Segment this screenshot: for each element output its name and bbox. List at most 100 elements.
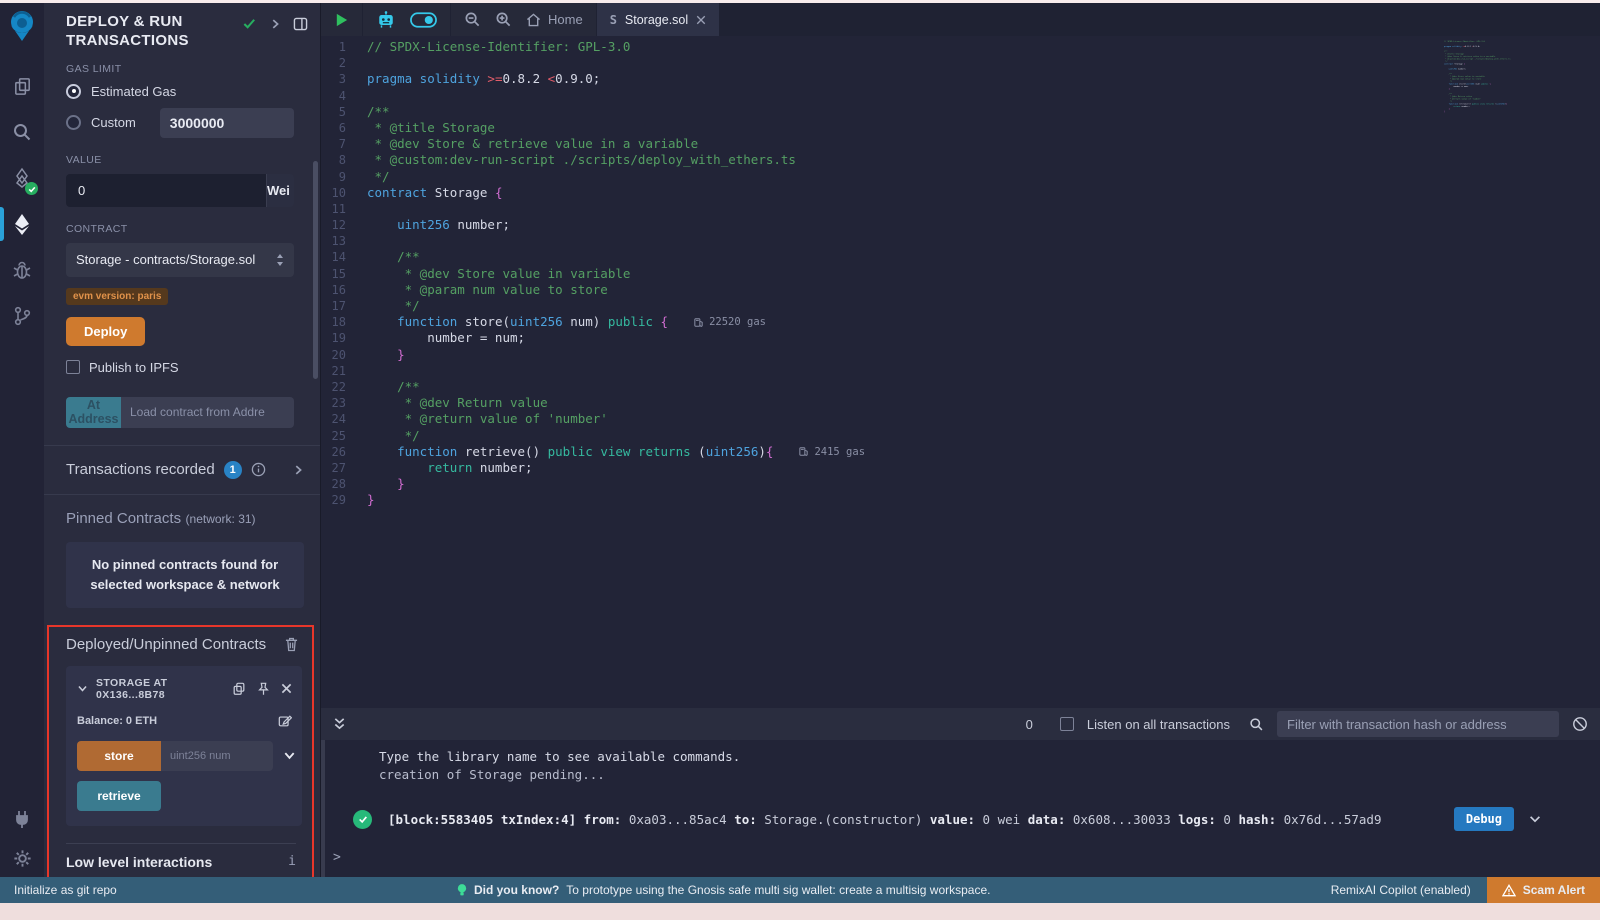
edit-pencil-icon[interactable] — [278, 714, 292, 728]
line-number: 26 — [321, 444, 367, 460]
code-line: 6 * @title Storage — [321, 120, 1600, 136]
value-unit-select[interactable]: Wei — [266, 174, 294, 207]
home-tab[interactable]: Home — [526, 12, 583, 27]
store-function-button[interactable]: store — [77, 741, 161, 771]
run-script-play-icon[interactable] — [334, 12, 349, 28]
contract-select[interactable]: Storage - contracts/Storage.sol — [66, 243, 294, 277]
info-icon[interactable]: i — [288, 854, 296, 869]
trash-icon[interactable] — [285, 637, 298, 652]
value-input[interactable] — [66, 174, 266, 207]
deployed-unpinned-label: Deployed/Unpinned Contracts — [66, 636, 266, 653]
slash-circle-icon[interactable] — [1572, 716, 1588, 732]
retrieve-function-button[interactable]: retrieve — [77, 781, 161, 811]
remix-logo[interactable] — [6, 9, 38, 43]
tip-text: To prototype using the Gnosis safe multi… — [566, 883, 990, 897]
balance-label: Balance: 0 ETH — [77, 715, 157, 727]
scam-alert-button[interactable]: Scam Alert — [1487, 877, 1600, 903]
minimap-content: // SPDX-License-Identifier: GPL-3.0pragm… — [1444, 40, 1522, 113]
terminal-pending-line: creation of Storage pending... — [379, 767, 1600, 782]
code-editor[interactable]: 1// SPDX-License-Identifier: GPL-3.023pr… — [321, 36, 1600, 708]
line-number: 6 — [321, 120, 367, 136]
estimated-gas-radio[interactable] — [66, 84, 81, 99]
code-line: 27 return number; — [321, 460, 1600, 476]
code-line: 11 — [321, 201, 1600, 217]
transactions-count-badge: 1 — [224, 461, 242, 479]
panel-scrollbar[interactable] — [313, 161, 318, 379]
copilot-toggle[interactable] — [410, 12, 437, 28]
zoom-in-icon[interactable] — [495, 11, 512, 28]
transaction-log-text: [block:5583405 txIndex:4] from: 0xa03...… — [388, 812, 1454, 827]
line-number: 16 — [321, 282, 367, 298]
line-number: 13 — [321, 233, 367, 249]
panel-layout-icon[interactable] — [293, 17, 308, 31]
debug-button[interactable]: Debug — [1454, 807, 1514, 831]
at-address-input[interactable] — [121, 397, 294, 428]
value-label: VALUE — [66, 154, 304, 166]
tab-storage-sol[interactable]: S Storage.sol — [597, 3, 719, 36]
code-line: 8 * @custom:dev-run-script ./scripts/dep… — [321, 152, 1600, 168]
line-number: 2 — [321, 55, 367, 71]
deployed-contract-card: STORAGE AT 0X136...8B78 Balance: 0 ETH s… — [66, 666, 302, 826]
at-address-button[interactable]: At Address — [66, 397, 121, 428]
close-icon[interactable] — [696, 15, 706, 25]
custom-gas-radio[interactable] — [66, 115, 81, 130]
deploy-button[interactable]: Deploy — [66, 317, 145, 346]
info-icon[interactable] — [251, 462, 266, 477]
code-line: 2 — [321, 55, 1600, 71]
pinned-contracts-label: Pinned Contracts — [66, 510, 181, 527]
custom-gas-input[interactable] — [160, 108, 294, 138]
line-number: 25 — [321, 428, 367, 444]
plugin-plug-icon[interactable] — [11, 808, 33, 830]
listen-all-checkbox[interactable] — [1060, 717, 1074, 731]
code-line: 1// SPDX-License-Identifier: GPL-3.0 — [321, 39, 1600, 55]
code-line: 14 /** — [321, 249, 1600, 265]
transaction-filter-input[interactable] — [1277, 711, 1559, 737]
deploy-run-icon[interactable] — [0, 201, 44, 247]
terminal-scrollbar[interactable] — [321, 740, 325, 877]
main-area: Home S Storage.sol 1// SPDX-License-Iden… — [320, 3, 1600, 877]
copilot-status[interactable]: RemixAI Copilot (enabled) — [1331, 883, 1471, 897]
chevron-down-icon[interactable] — [1528, 812, 1542, 826]
code-line: 23 * @dev Return value — [321, 395, 1600, 411]
line-number: 7 — [321, 136, 367, 152]
line-number: 18 — [321, 314, 367, 330]
gas-estimate-badge: 22520 gas — [694, 314, 766, 330]
solidity-compiler-icon[interactable] — [0, 155, 44, 201]
gas-estimate-badge: 2415 gas — [799, 444, 865, 460]
store-arg-input[interactable] — [161, 741, 273, 771]
search-icon — [1249, 717, 1264, 732]
chevron-right-icon[interactable] — [292, 464, 304, 476]
git-branch-icon[interactable] — [0, 293, 44, 339]
tabstrip-empty — [719, 3, 1600, 36]
terminal[interactable]: Type the library name to see available c… — [321, 740, 1600, 877]
no-pinned-contracts-message: No pinned contracts found for selected w… — [66, 542, 304, 608]
debugger-bug-icon[interactable] — [0, 247, 44, 293]
chevron-down-icon[interactable] — [77, 683, 88, 694]
pinned-network-label: (network: 31) — [186, 512, 256, 526]
pin-icon[interactable] — [257, 682, 270, 696]
git-init-status[interactable]: Initialize as git repo — [14, 883, 117, 897]
stepper-arrows-icon — [276, 254, 284, 266]
copy-icon[interactable] — [232, 682, 246, 696]
code-line: 22 /** — [321, 379, 1600, 395]
transaction-log-row[interactable]: [block:5583405 txIndex:4] from: 0xa03...… — [353, 807, 1600, 831]
chevron-right-icon[interactable] — [269, 18, 281, 30]
search-icon[interactable] — [0, 109, 44, 155]
double-chevron-down-icon[interactable] — [333, 717, 346, 731]
publish-ipfs-checkbox[interactable] — [66, 360, 80, 374]
remix-ide-window: DEPLOY & RUN TRANSACTIONS GAS LIMIT Esti… — [0, 0, 1600, 920]
line-number: 27 — [321, 460, 367, 476]
zoom-out-icon[interactable] — [464, 11, 481, 28]
status-bar: Initialize as git repo Did you know? To … — [0, 877, 1600, 903]
close-icon[interactable] — [281, 683, 292, 694]
code-line: 20 } — [321, 347, 1600, 363]
terminal-prompt: > — [333, 850, 341, 865]
file-explorer-icon[interactable] — [0, 63, 44, 109]
settings-gear-icon[interactable] — [12, 848, 33, 869]
code-line: 10contract Storage { — [321, 185, 1600, 201]
ai-robot-icon[interactable] — [376, 11, 396, 29]
line-number: 14 — [321, 249, 367, 265]
chevron-down-icon[interactable] — [283, 749, 296, 762]
check-icon — [242, 16, 257, 31]
editor-minimap[interactable]: // SPDX-License-Identifier: GPL-3.0pragm… — [1444, 40, 1522, 240]
